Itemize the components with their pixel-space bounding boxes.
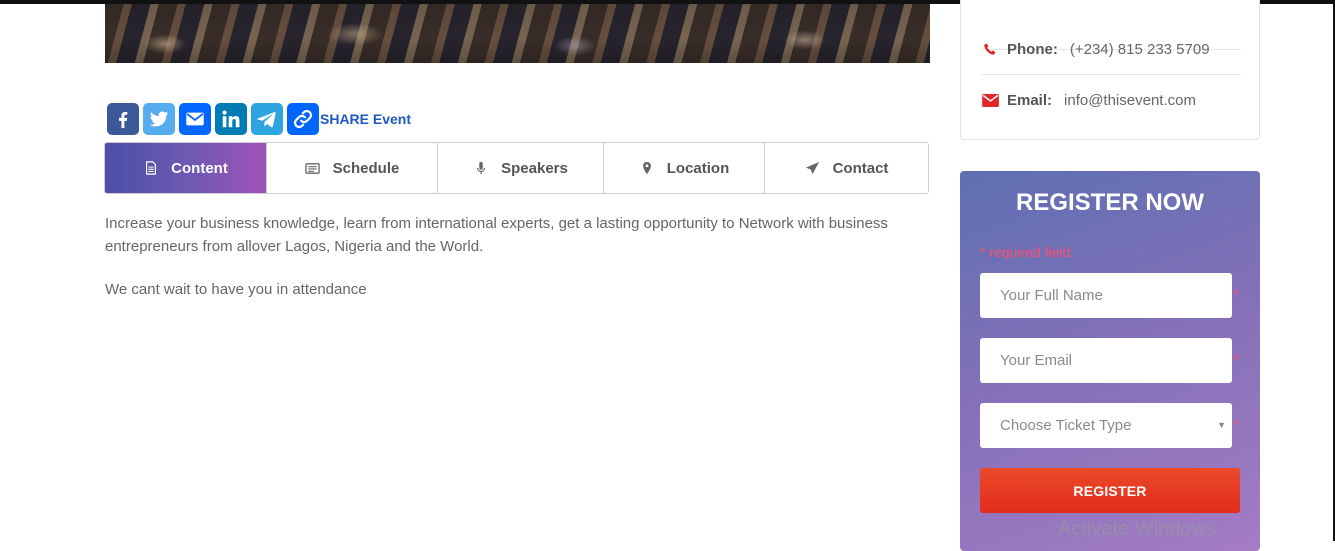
envelope-icon <box>981 91 999 109</box>
share-event-label: SHARE Event <box>320 111 412 127</box>
share-linkedin-button[interactable] <box>215 103 247 135</box>
tab-content-panel: Increase your business knowledge, learn … <box>105 212 935 321</box>
event-tabs: Content Schedule Speakers Location Conta… <box>104 142 929 194</box>
document-icon <box>143 160 159 176</box>
tab-content[interactable]: Content <box>105 143 267 193</box>
tab-label: Location <box>666 159 730 177</box>
required-marker: * <box>1234 287 1240 302</box>
email-input[interactable] <box>980 338 1232 383</box>
twitter-icon <box>149 111 169 127</box>
ticket-type-select[interactable]: Choose Ticket Type ▼ <box>980 403 1232 448</box>
phone-icon <box>981 41 999 59</box>
share-twitter-button[interactable] <box>143 103 175 135</box>
link-icon <box>293 109 313 129</box>
tab-speakers[interactable]: Speakers <box>438 143 604 193</box>
required-marker: * <box>1234 417 1240 432</box>
phone-label: Phone: <box>1007 41 1058 58</box>
email-label: Email: <box>1007 91 1053 109</box>
activate-windows-watermark: Activate Windows <box>1058 518 1216 540</box>
ticket-type-value: Choose Ticket Type <box>1000 417 1132 434</box>
description-paragraph: We cant wait to have you in attendance <box>105 281 367 298</box>
full-name-input[interactable] <box>980 273 1232 318</box>
tab-label: Schedule <box>332 159 400 177</box>
event-banner-image <box>105 4 930 63</box>
register-button[interactable]: REGISTER <box>980 468 1240 513</box>
share-bar: SHARE Event <box>107 103 411 135</box>
email-address[interactable]: info@thisevent.com <box>1064 92 1196 109</box>
email-row: Email: info@thisevent.com <box>981 75 1241 125</box>
phone-number[interactable]: (+234) 815 233 5709 <box>1070 41 1210 58</box>
description-paragraph: Increase your business knowledge, learn … <box>105 215 888 255</box>
linkedin-icon <box>222 110 240 128</box>
list-icon <box>305 160 321 176</box>
phone-row: Phone: (+234) 815 233 5709 <box>981 25 1241 75</box>
tab-label: Contact <box>832 159 889 177</box>
register-panel: REGISTER NOW * required field. * * Choos… <box>960 171 1260 551</box>
register-title: REGISTER NOW <box>1015 189 1204 216</box>
tab-contact[interactable]: Contact <box>765 143 928 193</box>
tab-label: Content <box>171 159 228 177</box>
share-telegram-button[interactable] <box>251 103 283 135</box>
facebook-icon <box>118 111 128 129</box>
tab-schedule[interactable]: Schedule <box>267 143 438 193</box>
share-facebook-button[interactable] <box>107 103 139 135</box>
contact-info-card: Phone: (+234) 815 233 5709 Email: info@t… <box>960 0 1260 140</box>
required-marker: * <box>1234 352 1240 367</box>
required-field-note: * required field. <box>980 244 1075 260</box>
copy-link-button[interactable] <box>287 103 319 135</box>
chevron-down-icon: ▼ <box>1217 420 1226 430</box>
paper-plane-icon <box>805 160 821 176</box>
map-pin-icon <box>639 160 655 176</box>
tab-location[interactable]: Location <box>604 143 765 193</box>
tab-label: Speakers <box>501 159 568 177</box>
microphone-icon <box>473 160 489 176</box>
email-icon <box>186 112 204 126</box>
telegram-icon <box>257 112 276 128</box>
share-email-button[interactable] <box>179 103 211 135</box>
